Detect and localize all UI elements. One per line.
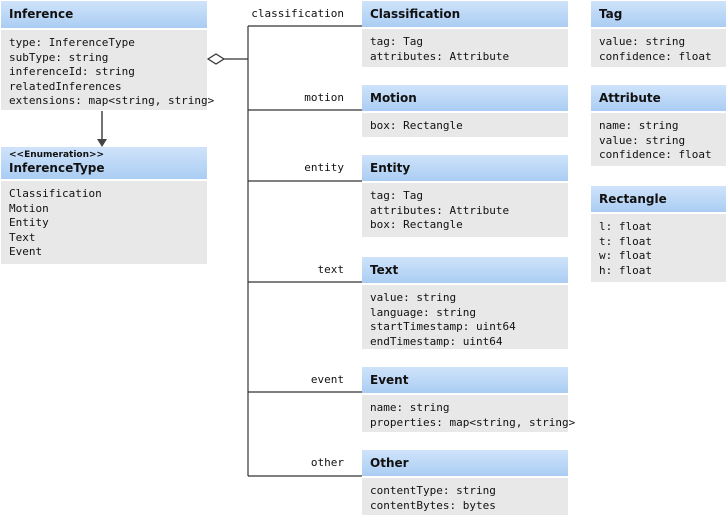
class-motion: Motion box: Rectangle (362, 85, 568, 137)
field: contentType: string (370, 484, 496, 497)
field: attributes: Attribute (370, 203, 510, 217)
class-title: Other (362, 450, 568, 476)
enum-inference-type: <<Enumeration>> InferenceType Classifica… (1, 147, 207, 264)
relation-label-event: event (310, 373, 344, 386)
class-title: Entity (362, 155, 568, 181)
relation-label-motion: motion (304, 91, 344, 104)
field: extensions: map<string, string> (9, 94, 215, 107)
field: contentBytes: bytes (370, 498, 496, 512)
class-title: Inference (1, 1, 207, 28)
field: name: string (599, 119, 679, 132)
class-title: InferenceType (9, 161, 105, 175)
field: value: string (370, 291, 457, 304)
class-entity: Entity tag: Tag attributes: Attribute bo… (362, 155, 568, 237)
enum-arrowhead (97, 139, 107, 147)
field: name: string (370, 401, 450, 414)
class-fields: name: string value: string confidence: f… (591, 113, 726, 166)
field: t: float (599, 234, 652, 248)
enum-value: Text (9, 230, 36, 244)
class-title: Classification (362, 1, 568, 27)
class-event: Event name: string properties: map<strin… (362, 367, 576, 432)
class-classification: Classification tag: Tag attributes: Attr… (362, 1, 568, 67)
field: h: float (599, 263, 652, 277)
field: attributes: Attribute (370, 49, 510, 63)
relation-label-other: other (310, 456, 344, 469)
class-title: Attribute (591, 85, 726, 111)
field: properties: map<string, string> (370, 415, 576, 429)
class-inference: Inference type: InferenceType subType: s… (1, 1, 215, 110)
class-title: Event (362, 367, 568, 393)
class-title: Tag (591, 1, 726, 27)
class-fields: name: string properties: map<string, str… (362, 395, 576, 432)
field: tag: Tag (370, 35, 423, 48)
field: language: string (370, 305, 476, 319)
class-attribute: Attribute name: string value: string con… (591, 85, 726, 166)
field: w: float (599, 249, 652, 262)
class-tag: Tag value: string confidence: float (591, 1, 726, 67)
class-fields: l: float t: float w: float h: float (591, 214, 726, 282)
enum-values: Classification Motion Entity Text Event (1, 181, 207, 264)
relation-label-entity: entity (304, 161, 344, 174)
field: endTimestamp: uint64 (370, 334, 503, 348)
enum-value: Classification (9, 187, 102, 200)
field: subType: string (9, 50, 109, 64)
enum-value: Event (9, 245, 43, 258)
field: box: Rectangle (370, 119, 463, 132)
class-title: Rectangle (591, 186, 726, 212)
class-fields: type: InferenceType subType: string infe… (1, 30, 215, 110)
class-fields: value: string confidence: float (591, 29, 726, 67)
class-fields: box: Rectangle (362, 113, 568, 137)
class-title: Motion (362, 85, 568, 111)
stereotype-label: <<Enumeration>> (9, 150, 105, 160)
field: box: Rectangle (370, 218, 463, 231)
class-fields: tag: Tag attributes: Attribute (362, 29, 568, 67)
class-fields: tag: Tag attributes: Attribute box: Rect… (362, 183, 568, 237)
field: tag: Tag (370, 189, 423, 202)
class-header: <<Enumeration>> InferenceType (1, 147, 207, 179)
enum-value: Entity (9, 216, 49, 229)
class-title: Text (362, 257, 568, 283)
field: l: float (599, 220, 652, 233)
field: inferenceId: string (9, 65, 135, 78)
class-other: Other contentType: string contentBytes: … (362, 450, 568, 515)
relation-label-classification: classification (251, 7, 344, 20)
class-text: Text value: string language: string star… (362, 257, 568, 349)
field: type: InferenceType (9, 36, 135, 49)
aggregation-diamond (206, 53, 226, 65)
class-rectangle: Rectangle l: float t: float w: float h: … (591, 186, 726, 282)
field: value: string (599, 133, 686, 147)
class-fields: contentType: string contentBytes: bytes (362, 478, 568, 515)
field: startTimestamp: uint64 (370, 320, 516, 333)
class-fields: value: string language: string startTime… (362, 285, 568, 349)
field: relatedInferences (9, 79, 122, 93)
field: value: string (599, 35, 686, 48)
field: confidence: float (599, 148, 712, 161)
enum-value: Motion (9, 201, 49, 215)
relation-label-text: text (317, 263, 345, 276)
field: confidence: float (599, 49, 712, 63)
